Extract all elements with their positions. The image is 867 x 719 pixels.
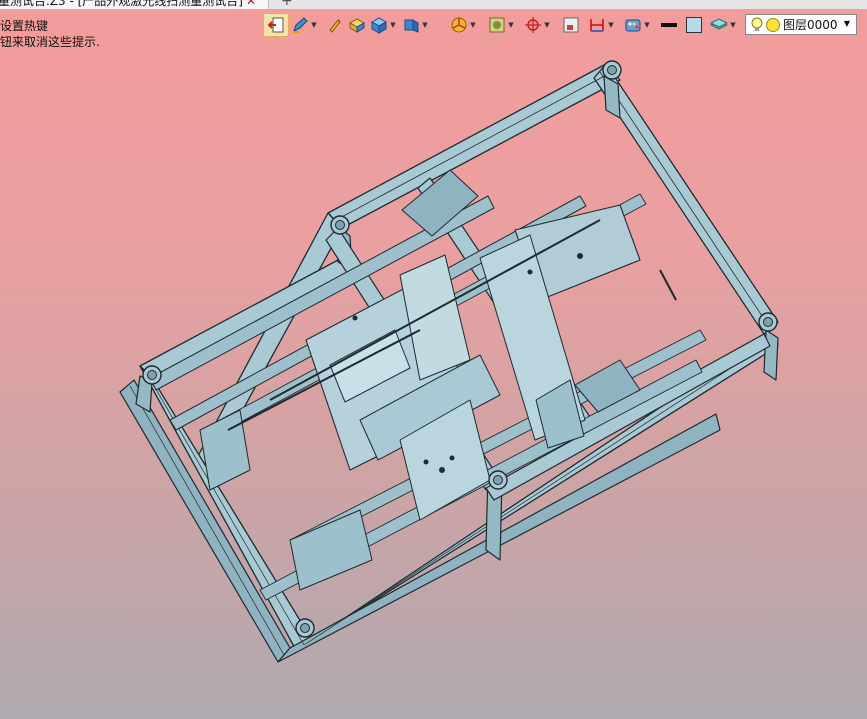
3d-model-viewport[interactable] — [0, 0, 867, 719]
